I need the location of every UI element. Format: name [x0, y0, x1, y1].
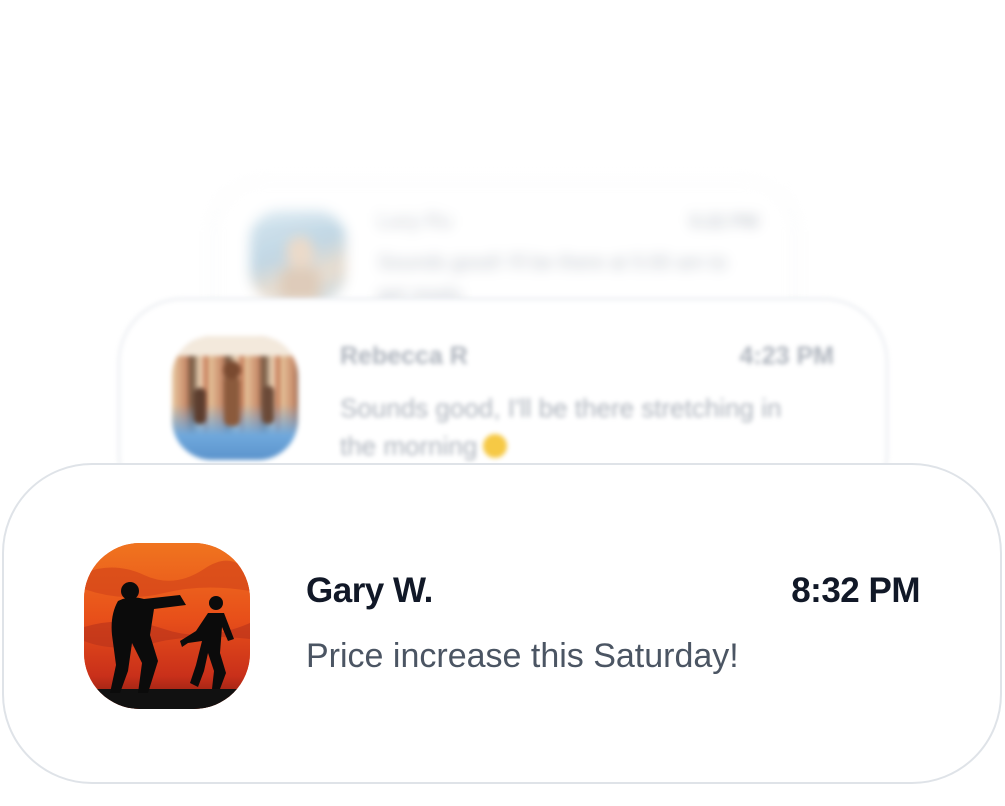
contact-avatar: [172, 336, 298, 460]
sender-name: Gary W.: [306, 571, 433, 610]
gym-photo-icon: [172, 336, 298, 426]
beach-photo-icon: [280, 236, 320, 302]
notification-message: Sounds good, I'll be there stretching in…: [340, 389, 810, 465]
notification-content: Rebecca R 4:23 PM Sounds good, I'll be t…: [340, 336, 834, 465]
notification-content: Gary W. 8:32 PM Price increase this Satu…: [306, 543, 920, 676]
notification-time: 8:32 PM: [791, 571, 920, 610]
sun-emoji-icon: [483, 434, 508, 458]
notification-content: Lucy Ru 5:22 PM Sounds good! I'll be the…: [378, 210, 758, 311]
notification-message: Price increase this Saturday!: [306, 637, 739, 675]
contact-avatar: [84, 543, 250, 709]
notification-time: 4:23 PM: [739, 342, 834, 370]
message-text: Sounds good, I'll be there stretching in…: [340, 393, 782, 461]
notification-stack: Lucy Ru 5:22 PM Sounds good! I'll be the…: [0, 0, 1005, 806]
sender-name: Rebecca R: [340, 342, 468, 370]
runners-sunset-photo-icon: [84, 543, 250, 709]
notification-time: 5:22 PM: [689, 211, 758, 231]
notification-card-front[interactable]: Gary W. 8:32 PM Price increase this Satu…: [2, 463, 1002, 784]
contact-avatar: [250, 210, 346, 302]
sender-name: Lucy Ru: [378, 210, 452, 232]
